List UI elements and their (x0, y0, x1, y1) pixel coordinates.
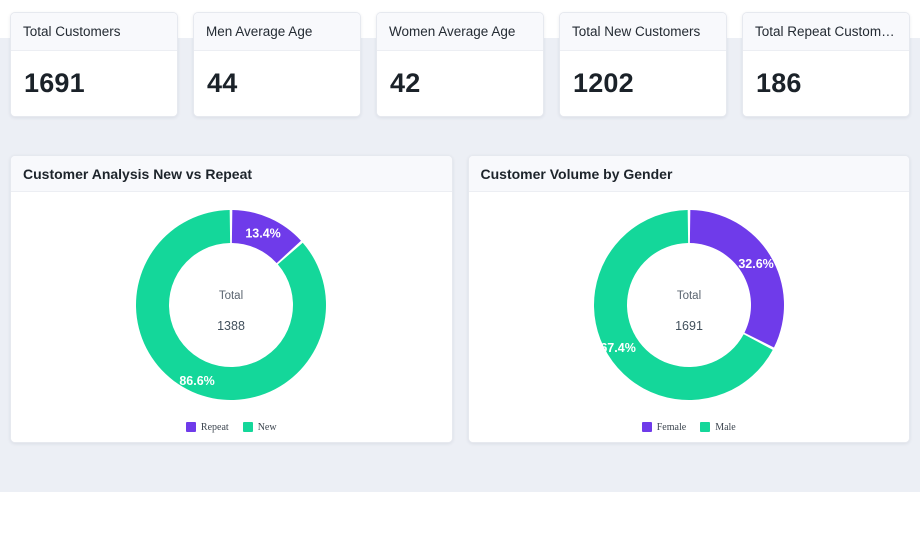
kpi-label: Total Customers (23, 24, 121, 39)
legend-swatch-icon (242, 422, 253, 432)
donut-chart-volume-by-gender: 32.6% 67.4% Total 1691 (469, 192, 910, 418)
kpi-card-men-average-age: Men Average Age 44 (193, 12, 361, 117)
kpi-card-total-customers: Total Customers 1691 (10, 12, 178, 117)
donut-slice-label: 86.6% (180, 374, 215, 388)
chart-header: Customer Volume by Gender (468, 156, 909, 192)
donut-svg: 13.4% 86.6% Total 1388 (136, 210, 327, 400)
chart-title: Customer Analysis New vs Repeat (23, 165, 253, 182)
donut-center-label: Total (677, 290, 701, 302)
legend-label: Repeat (200, 421, 229, 433)
chart-header: Customer Analysis New vs Repeat (11, 156, 452, 192)
kpi-header: Total New Customers (560, 13, 726, 51)
legend-item-male[interactable]: Male (700, 422, 736, 433)
legend-item-female[interactable]: Female (641, 421, 687, 433)
donut-slice-label: 67.4% (600, 341, 635, 355)
donut-chart-new-vs-repeat: 13.4% 86.6% Total 1388 (11, 192, 452, 418)
legend-item-new[interactable]: New (242, 421, 277, 433)
kpi-header: Total Customers (11, 13, 177, 51)
kpi-card-total-repeat-customers: Total Repeat Customers 186 (742, 12, 910, 117)
donut-slice-label: 13.4% (246, 226, 281, 240)
kpi-label: Women Average Age (389, 24, 516, 39)
kpi-card-row: Total Customers 1691 Men Average Age 44 … (10, 12, 910, 117)
chart-legend: Female Male (641, 418, 736, 442)
legend-label: New (257, 421, 277, 433)
donut-center-value: 1388 (217, 319, 245, 333)
kpi-header: Women Average Age (377, 13, 543, 51)
kpi-label: Total Repeat Customers (755, 24, 897, 39)
legend-swatch-icon (185, 422, 196, 432)
kpi-value: 186 (756, 68, 802, 98)
kpi-value: 44 (207, 68, 238, 98)
donut-center-label: Total (219, 290, 243, 302)
chart-card-customer-analysis-new-vs-repeat: Customer Analysis New vs Repeat 13.4% 86.… (10, 155, 453, 443)
chart-card-customer-volume-by-gender: Customer Volume by Gender 32.6% 67.4% Tota… (467, 155, 910, 443)
chart-title: Customer Volume by Gender (480, 165, 673, 182)
kpi-body: 1202 (560, 51, 726, 116)
dashboard-page: Total Customers 1691 Men Average Age 44 … (0, 0, 920, 533)
legend-item-repeat[interactable]: Repeat (185, 421, 229, 433)
donut-slice-label: 32.6% (738, 257, 773, 271)
kpi-body: 44 (194, 51, 360, 116)
kpi-header: Men Average Age (194, 13, 360, 51)
donut-svg: 32.6% 67.4% Total 1691 (593, 210, 784, 400)
kpi-card-total-new-customers: Total New Customers 1202 (559, 12, 727, 117)
kpi-body: 186 (743, 51, 909, 116)
kpi-value: 1691 (24, 68, 85, 98)
legend-label: Male (715, 421, 736, 433)
kpi-card-women-average-age: Women Average Age 42 (376, 12, 544, 117)
chart-legend: Repeat New (185, 418, 277, 442)
legend-swatch-icon (641, 422, 652, 432)
legend-label: Female (656, 421, 687, 433)
chart-card-row: Customer Analysis New vs Repeat 13.4% 86.… (10, 155, 910, 443)
kpi-value: 1202 (573, 68, 634, 98)
kpi-label: Men Average Age (206, 24, 313, 39)
legend-swatch-icon (700, 422, 711, 432)
donut-slice-female[interactable] (689, 210, 784, 348)
kpi-body: 1691 (11, 51, 177, 116)
chart-body: 32.6% 67.4% Total 1691 Female Male (468, 192, 910, 442)
donut-center-value: 1691 (675, 319, 703, 333)
kpi-body: 42 (377, 51, 543, 116)
chart-body: 13.4% 86.6% Total 1388 Repeat New (11, 192, 452, 442)
kpi-value: 42 (390, 68, 421, 98)
kpi-label: Total New Customers (572, 24, 701, 39)
kpi-header: Total Repeat Customers (743, 13, 909, 51)
